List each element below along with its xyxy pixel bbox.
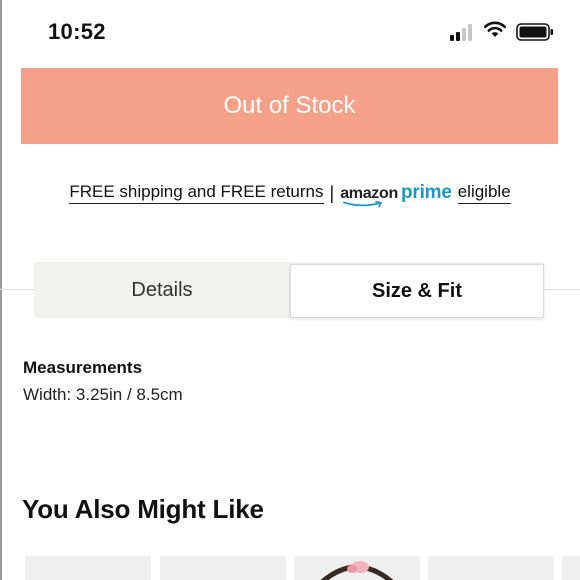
battery-icon xyxy=(516,23,553,41)
product-thumbnail[interactable] xyxy=(294,556,420,580)
eligible-link[interactable]: eligible xyxy=(457,182,511,204)
prime-logo-text: prime xyxy=(400,182,452,203)
product-thumbnail[interactable] xyxy=(25,556,151,580)
tab-size-and-fit[interactable]: Size & Fit xyxy=(290,264,544,318)
amazon-smile-icon xyxy=(343,201,383,208)
out-of-stock-button[interactable]: Out of Stock xyxy=(21,68,558,144)
tab-details[interactable]: Details xyxy=(34,262,290,318)
cellular-signal-icon xyxy=(450,23,476,41)
measurements-value: Width: 3.25in / 8.5cm xyxy=(23,385,183,404)
amazon-prime-logo: amazon prime xyxy=(340,182,452,208)
product-thumbnail[interactable] xyxy=(428,556,554,580)
recommendations-carousel[interactable] xyxy=(0,556,580,580)
measurements-heading: Measurements xyxy=(23,358,143,377)
status-bar: 10:52 xyxy=(0,0,580,64)
product-thumbnail[interactable] xyxy=(562,556,580,580)
recommendations-heading: You Also Might Like xyxy=(22,494,264,524)
wifi-icon xyxy=(483,21,507,37)
free-shipping-link[interactable]: FREE shipping and FREE returns xyxy=(69,182,324,204)
shipping-separator: | xyxy=(329,182,335,203)
headband-product-image xyxy=(320,561,394,580)
status-time: 10:52 xyxy=(48,19,106,44)
shipping-info: FREE shipping and FREE returns | amazon … xyxy=(0,178,580,208)
left-edge-divider xyxy=(0,0,2,580)
product-thumbnail[interactable] xyxy=(160,556,286,580)
product-info-tabs: Details Size & Fit xyxy=(34,262,544,318)
